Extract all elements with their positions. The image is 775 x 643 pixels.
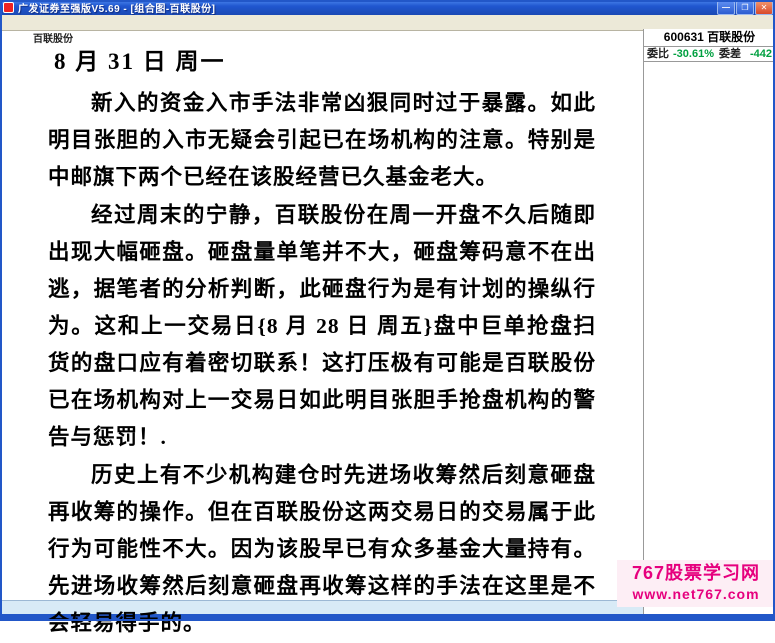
watermark-site-url: www.net767.com bbox=[632, 586, 760, 602]
quote-panel: 600631 百联股份 委比 -30.61% 委差 -442 bbox=[643, 29, 775, 614]
window-title: 广发证券至强版V5.69 - [组合图-百联股份] bbox=[18, 4, 216, 15]
tick-list[interactable] bbox=[644, 61, 775, 350]
weicha-value: -442 bbox=[749, 48, 772, 60]
window-titlebar[interactable]: 广发证券至强版V5.69 - [组合图-百联股份] — ❐ ✕ bbox=[0, 0, 775, 15]
annotation-paragraph: 历史上有不少机构建仓时先进场收筹然后刻意砸盘再收筹的操作。但在百联股份这两交易日… bbox=[48, 463, 596, 635]
weibi-row: 委比 -30.61% 委差 -442 bbox=[644, 47, 775, 61]
restore-button[interactable]: ❐ bbox=[736, 0, 754, 15]
annotation-date-heading: 8 月 31 日 周一 bbox=[54, 49, 226, 74]
watermark: 767股票学习网 www.net767.com bbox=[617, 560, 775, 607]
annotation-paragraph: 新入的资金入市手法非常凶狠同时过于暴露。如此明目张胆的入市无疑会引起已在场机构的… bbox=[48, 91, 596, 189]
close-button[interactable]: ✕ bbox=[755, 0, 773, 15]
annotation-paragraph: 经过周末的宁静，百联股份在周一开盘不久后随即出现大幅砸盘。砸盘量单笔并不大，砸盘… bbox=[48, 203, 596, 449]
minimize-button[interactable]: — bbox=[717, 0, 735, 15]
watermark-site-name: 767股票学习网 bbox=[631, 563, 761, 583]
annotation-overlay: 8 月 31 日 周一 新入的资金入市手法非常凶狠同时过于暴露。如此明目张胆的入… bbox=[48, 42, 596, 643]
stock-code-name: 600631 百联股份 bbox=[644, 29, 775, 47]
weibi-value: -30.61% bbox=[673, 48, 714, 60]
weibi-label: 委比 bbox=[647, 48, 669, 60]
app-icon bbox=[3, 2, 14, 13]
weicha-label: 委差 bbox=[718, 48, 741, 60]
